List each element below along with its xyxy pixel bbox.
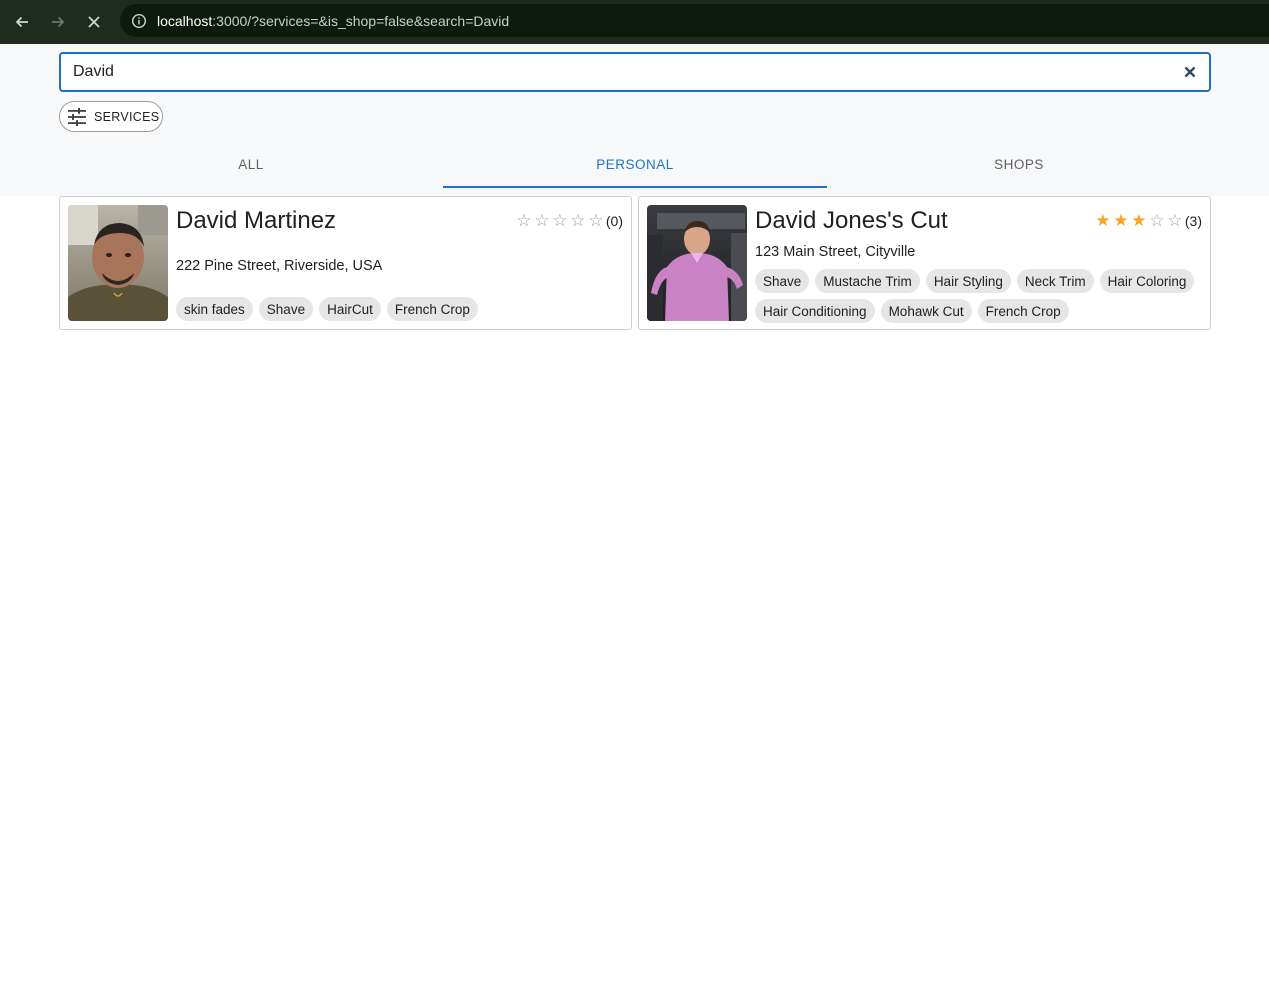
service-chip: Hair Coloring <box>1099 269 1195 293</box>
arrow-left-icon <box>15 16 28 28</box>
site-info-icon[interactable] <box>130 12 148 30</box>
rating: ☆ ☆ ☆ ☆ ☆ (0) <box>515 212 623 229</box>
browser-toolbar: localhost:3000/?services=&is_shop=false&… <box>0 0 1269 44</box>
star-empty-icon: ☆ <box>570 211 586 230</box>
star-filled-icon: ★ <box>1095 211 1111 230</box>
service-chip: Shave <box>258 297 314 321</box>
stop-loading-button[interactable] <box>79 7 109 37</box>
service-chip: French Crop <box>977 299 1069 323</box>
forward-button[interactable] <box>43 7 73 37</box>
result-card[interactable]: David Martinez ☆ ☆ ☆ ☆ ☆ (0) 222 Pine St… <box>59 196 632 330</box>
arrow-right-icon <box>52 16 65 28</box>
service-chip: skin fades <box>176 297 253 321</box>
result-type-tabs: ALL PERSONAL SHOPS <box>59 140 1211 188</box>
rating-count: (3) <box>1184 212 1202 229</box>
service-chip: French Crop <box>386 297 478 321</box>
back-button[interactable] <box>7 7 37 37</box>
service-chip: Hair Conditioning <box>755 299 875 323</box>
service-chip: HairCut <box>319 297 381 321</box>
star-empty-icon: ☆ <box>588 211 604 230</box>
service-chip: Shave <box>755 269 810 293</box>
barber-photo <box>647 205 747 321</box>
tab-all[interactable]: ALL <box>59 140 443 188</box>
barber-name[interactable]: David Martinez <box>176 207 336 235</box>
url-text: localhost:3000/?services=&is_shop=false&… <box>157 12 510 29</box>
close-icon <box>88 16 100 28</box>
tab-shops[interactable]: SHOPS <box>827 140 1211 188</box>
star-empty-icon: ☆ <box>534 211 550 230</box>
search-input[interactable] <box>61 55 1161 89</box>
service-chip: Neck Trim <box>1016 269 1094 293</box>
clear-search-button[interactable] <box>1181 63 1199 81</box>
address-bar[interactable]: localhost:3000/?services=&is_shop=false&… <box>120 4 1269 37</box>
star-filled-icon: ★ <box>1113 211 1129 230</box>
rating-count: (0) <box>605 212 623 229</box>
search-header: SERVICES ALL PERSONAL SHOPS <box>0 44 1269 196</box>
star-empty-icon: ☆ <box>516 211 532 230</box>
barber-address: 222 Pine Street, Riverside, USA <box>176 258 383 274</box>
service-chip: Mohawk Cut <box>880 299 972 323</box>
barber-name[interactable]: David Jones's Cut <box>755 207 948 235</box>
service-chip: Mustache Trim <box>815 269 920 293</box>
star-filled-icon: ★ <box>1131 211 1147 230</box>
close-icon <box>1184 66 1196 78</box>
services-filter-button[interactable]: SERVICES <box>59 101 163 132</box>
service-chips: Shave Mustache Trim Hair Styling Neck Tr… <box>755 269 1205 323</box>
star-empty-icon: ☆ <box>1149 211 1165 230</box>
rating: ★ ★ ★ ☆ ☆ (3) <box>1094 212 1202 229</box>
barber-photo <box>68 205 168 321</box>
star-empty-icon: ☆ <box>552 211 568 230</box>
tune-icon <box>68 107 86 126</box>
service-chip: Hair Styling <box>925 269 1011 293</box>
tab-personal[interactable]: PERSONAL <box>443 140 827 188</box>
service-chips: skin fades Shave HairCut French Crop <box>176 297 626 321</box>
result-card[interactable]: David Jones's Cut ★ ★ ★ ☆ ☆ (3) 123 Main… <box>638 196 1211 330</box>
services-filter-label: SERVICES <box>94 109 160 124</box>
search-field[interactable] <box>59 52 1211 92</box>
barber-address: 123 Main Street, Cityville <box>755 244 916 260</box>
star-empty-icon: ☆ <box>1167 211 1183 230</box>
